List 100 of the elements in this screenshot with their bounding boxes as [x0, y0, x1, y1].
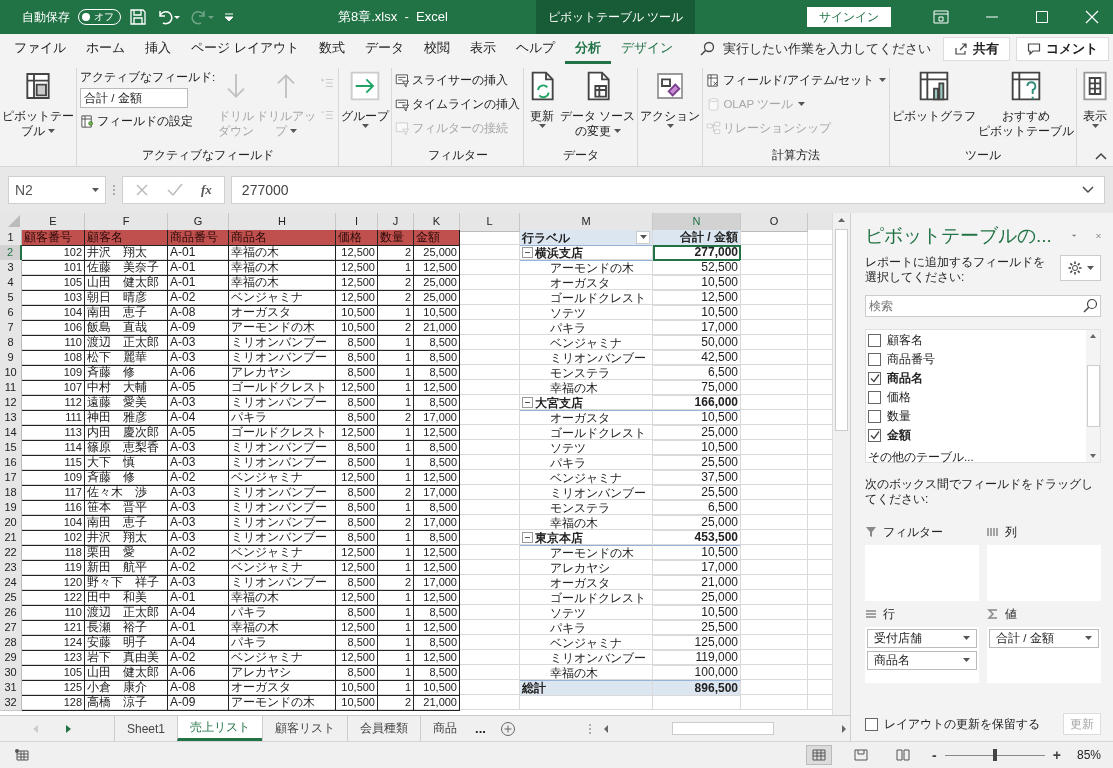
table-cell: アレカヤシ — [229, 665, 336, 681]
ribbon-tab[interactable]: ホーム — [76, 34, 135, 64]
row-header[interactable]: 11 — [0, 380, 22, 396]
row-header[interactable]: 7 — [0, 320, 22, 336]
ribbon-button[interactable]: スライサーの挿入 — [395, 70, 521, 91]
row-header[interactable]: 8 — [0, 335, 22, 351]
zoom-in-button[interactable]: + — [1052, 747, 1061, 763]
table-cell: 114 — [22, 440, 85, 456]
drop-area[interactable]: 受付店舗 商品名 — [865, 627, 979, 683]
column-header[interactable]: L — [460, 213, 520, 232]
row-header[interactable]: 5 — [0, 290, 22, 306]
ribbon-button[interactable]: タイムラインの挿入 — [395, 94, 521, 115]
field-chip[interactable]: 商品名 — [867, 651, 977, 670]
comment-button[interactable]: コメント — [1016, 37, 1109, 61]
ribbon-button[interactable]: フィールドの設定 — [80, 111, 216, 132]
table-cell: 安藤 明子 — [85, 635, 168, 651]
zoom-out-button[interactable]: - — [932, 747, 937, 763]
table-cell: 8,500 — [414, 500, 460, 516]
column-header[interactable]: N — [653, 213, 741, 232]
row-header[interactable]: 23 — [0, 560, 22, 576]
table-cell: A-03 — [168, 575, 229, 591]
drop-area[interactable]: 合計 / 金額 — [987, 627, 1101, 683]
ribbon-button[interactable]: データ ソース の変更 — [559, 68, 637, 148]
ribbon-tab[interactable]: 校閲 — [413, 34, 460, 64]
row-header[interactable]: 31 — [0, 680, 22, 696]
ribbon-button[interactable]: ピボットグラフ — [891, 68, 977, 148]
pivot-value: 25,500 — [653, 455, 741, 471]
pivot-row-label: オーガスタ — [549, 411, 610, 425]
sign-in-button[interactable]: サインイン — [807, 7, 891, 27]
ribbon-tab[interactable]: 挿入 — [135, 34, 181, 64]
field-chip[interactable]: 受付店舗 — [867, 629, 977, 648]
row-header[interactable]: 13 — [0, 410, 22, 426]
row-header[interactable]: 27 — [0, 620, 22, 636]
active-field-input[interactable]: 合計 / 金額 — [80, 88, 188, 108]
table-cell: 8,500 — [336, 335, 378, 351]
row-header[interactable]: 21 — [0, 530, 22, 546]
row-header[interactable]: 28 — [0, 635, 22, 651]
row-header[interactable]: 4 — [0, 275, 22, 291]
more-tables-link[interactable]: その他のテーブル... — [868, 450, 1084, 465]
table-cell: 2 — [378, 245, 414, 261]
table-cell: 1 — [378, 395, 414, 411]
row-header[interactable]: 10 — [0, 365, 22, 381]
row-header[interactable]: 25 — [0, 590, 22, 606]
formula-field[interactable]: 277000 — [230, 176, 1105, 204]
pivot-row-label: ソテツ — [549, 441, 586, 455]
field-chip[interactable]: 合計 / 金額 — [989, 629, 1099, 648]
pivot-row-label: 幸福の木 — [549, 516, 598, 530]
more-sheets-button[interactable]: ... — [469, 721, 492, 736]
row-header[interactable]: 12 — [0, 395, 22, 411]
row-header[interactable]: 6 — [0, 305, 22, 321]
ribbon-tab[interactable]: 表示 — [459, 34, 506, 64]
ribbon-tab[interactable]: データ — [354, 34, 414, 64]
row-header[interactable]: 24 — [0, 575, 22, 591]
ribbon-button[interactable]: おすすめ ピボットテーブル — [977, 68, 1075, 148]
row-header[interactable]: 9 — [0, 350, 22, 366]
table-cell: 8,500 — [336, 665, 378, 681]
ribbon-tab[interactable]: ページ レイアウト — [181, 34, 309, 64]
pivot-value: 10,500 — [653, 275, 741, 291]
row-header[interactable]: 15 — [0, 440, 22, 456]
ribbon-button[interactable]: アクション — [639, 68, 702, 148]
row-header[interactable]: 32 — [0, 695, 22, 711]
table-cell: アレカヤシ — [229, 365, 336, 381]
row-header[interactable]: 17 — [0, 470, 22, 486]
row-header[interactable]: 3 — [0, 260, 22, 276]
share-button[interactable]: 共有 — [943, 37, 1010, 61]
zoom-level[interactable]: 85% — [1076, 748, 1101, 762]
table-cell: 118 — [22, 545, 85, 561]
ribbon-button[interactable]: グループ — [340, 68, 391, 148]
row-header[interactable]: 14 — [0, 425, 22, 441]
row-header[interactable]: 22 — [0, 545, 22, 561]
row-header[interactable]: 20 — [0, 515, 22, 531]
ribbon-button[interactable]: ピボットテー ブル — [1, 68, 75, 148]
ribbon-button[interactable]: 更新 — [525, 68, 560, 148]
table-cell: 108 — [22, 350, 85, 366]
insert-function-button[interactable]: fx — [201, 182, 212, 198]
ribbon-tab[interactable]: ヘルプ — [505, 34, 565, 64]
pivot-value: 25,500 — [653, 485, 741, 501]
table-cell: A-06 — [168, 365, 229, 381]
tell-me-field[interactable]: 実行したい作業を入力してください — [722, 40, 931, 58]
row-header[interactable]: 2 — [0, 245, 22, 261]
row-header[interactable]: 29 — [0, 650, 22, 666]
ribbon-button[interactable]: 表示 — [1078, 68, 1112, 148]
ribbon-tab[interactable]: 数式 — [308, 34, 355, 64]
column-header[interactable]: O — [741, 213, 808, 232]
ribbon-tab[interactable]: 分析 — [564, 34, 611, 64]
row-header[interactable]: 18 — [0, 485, 22, 501]
sheet-tab[interactable]: 売上リスト — [177, 716, 263, 741]
name-box[interactable]: N2 — [8, 176, 106, 204]
row-header[interactable]: 30 — [0, 665, 22, 681]
ribbon-tab[interactable]: デザイン — [610, 34, 683, 64]
row-header[interactable]: 19 — [0, 500, 22, 516]
row-header[interactable]: 26 — [0, 605, 22, 621]
search-field[interactable]: 検索 — [865, 295, 1101, 317]
ribbon-tab[interactable]: ファイル — [4, 34, 76, 64]
row-header[interactable]: 16 — [0, 455, 22, 471]
row-header[interactable]: 1 — [0, 230, 22, 246]
table-cell: A-02 — [168, 290, 229, 306]
table-cell: ベンジャミナ — [229, 290, 336, 306]
table-cell: 105 — [22, 665, 85, 681]
ribbon-button[interactable]: フィールド/アイテム/セット — [706, 70, 886, 91]
